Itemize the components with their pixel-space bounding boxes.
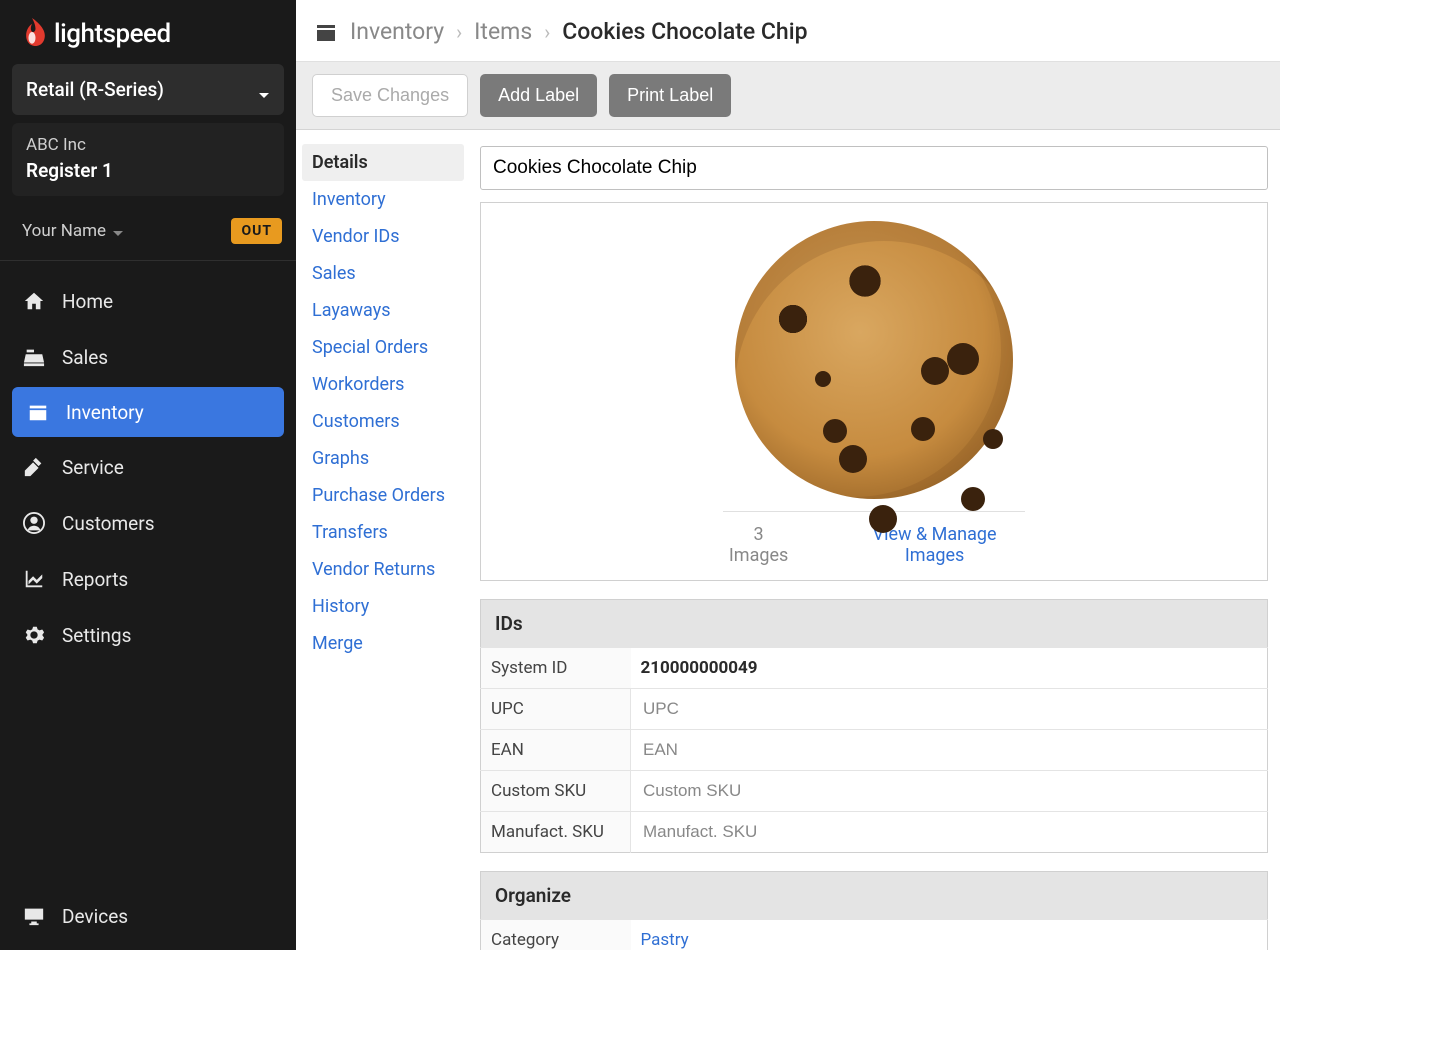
nav-label: Service — [62, 456, 124, 479]
nav-label: Reports — [62, 568, 128, 591]
home-icon — [22, 289, 46, 313]
primary-nav: Home Sales Inventory Service Customers R… — [0, 261, 296, 663]
monitor-icon — [22, 904, 46, 928]
row-ean: EAN — [481, 730, 1268, 771]
nav-label: Devices — [62, 905, 128, 928]
item-image[interactable] — [735, 221, 1013, 499]
subnav-vendor-ids[interactable]: Vendor IDs — [308, 218, 464, 255]
system-id-value: 210000000049 — [641, 658, 758, 678]
nav-home[interactable]: Home — [0, 273, 296, 329]
ean-input[interactable] — [641, 736, 1257, 764]
user-row: Your Name OUT — [0, 204, 296, 261]
system-id-label: System ID — [481, 648, 631, 689]
category-label: Category — [481, 920, 631, 951]
nav-settings[interactable]: Settings — [0, 607, 296, 663]
punch-status-badge[interactable]: OUT — [231, 218, 282, 244]
subnav-inventory[interactable]: Inventory — [308, 181, 464, 218]
section-ids-header: IDs — [480, 599, 1268, 647]
subnav-customers[interactable]: Customers — [308, 403, 464, 440]
category-value-link[interactable]: Pastry — [641, 930, 689, 950]
chevron-down-icon — [258, 84, 270, 96]
gear-icon — [22, 623, 46, 647]
hammer-icon — [22, 455, 46, 479]
user-circle-icon — [22, 511, 46, 535]
item-subnav: Details Inventory Vendor IDs Sales Layaw… — [296, 130, 464, 950]
row-system-id: System ID 210000000049 — [481, 648, 1268, 689]
nav-customers[interactable]: Customers — [0, 495, 296, 551]
inventory-icon — [314, 20, 338, 44]
nav-label: Settings — [62, 624, 131, 647]
subnav-purchase-orders[interactable]: Purchase Orders — [308, 477, 464, 514]
company-name: ABC Inc — [26, 135, 270, 155]
subnav-transfers[interactable]: Transfers — [308, 514, 464, 551]
nav-service[interactable]: Service — [0, 439, 296, 495]
breadcrumb: Inventory › Items › Cookies Chocolate Ch… — [296, 0, 1280, 62]
brand-text: lightspeed — [54, 19, 171, 49]
custom-sku-input[interactable] — [641, 777, 1257, 805]
nav-label: Home — [62, 290, 113, 313]
main-pane: Inventory › Items › Cookies Chocolate Ch… — [296, 0, 1280, 950]
flame-icon — [18, 18, 46, 50]
subnav-sales[interactable]: Sales — [308, 255, 464, 292]
user-menu[interactable]: Your Name — [22, 221, 124, 241]
upc-input[interactable] — [641, 695, 1257, 723]
breadcrumb-inventory[interactable]: Inventory — [350, 18, 444, 45]
subnav-history[interactable]: History — [308, 588, 464, 625]
row-custom-sku: Custom SKU — [481, 771, 1268, 812]
item-image-box: 3 Images View & Manage Images — [480, 202, 1268, 581]
inventory-icon — [26, 400, 50, 424]
row-category: Category Pastry — [481, 920, 1268, 951]
subnav-details[interactable]: Details — [302, 144, 464, 181]
detail-pane: 3 Images View & Manage Images IDs System… — [464, 130, 1280, 950]
chevron-down-icon — [112, 225, 124, 237]
nav-inventory[interactable]: Inventory — [12, 387, 284, 437]
series-selector[interactable]: Retail (R-Series) — [12, 64, 284, 115]
ean-label: EAN — [481, 730, 631, 771]
item-name-input[interactable] — [480, 146, 1268, 190]
subnav-layaways[interactable]: Layaways — [308, 292, 464, 329]
row-manuf-sku: Manufact. SKU — [481, 812, 1268, 853]
subnav-graphs[interactable]: Graphs — [308, 440, 464, 477]
image-count-label: 3 Images — [723, 524, 794, 566]
series-label: Retail (R-Series) — [26, 78, 164, 101]
manage-images-link[interactable]: View & Manage Images — [844, 524, 1025, 566]
subnav-workorders[interactable]: Workorders — [308, 366, 464, 403]
nav-reports[interactable]: Reports — [0, 551, 296, 607]
nav-label: Inventory — [66, 401, 144, 424]
row-upc: UPC — [481, 689, 1268, 730]
register-name: Register 1 — [26, 159, 270, 182]
add-label-button[interactable]: Add Label — [480, 74, 597, 117]
ids-table: System ID 210000000049 UPC EAN Custom SK… — [480, 647, 1268, 853]
breadcrumb-items[interactable]: Items — [474, 18, 532, 45]
subnav-vendor-returns[interactable]: Vendor Returns — [308, 551, 464, 588]
nav-sales[interactable]: Sales — [0, 329, 296, 385]
nav-label: Customers — [62, 512, 155, 535]
subnav-merge[interactable]: Merge — [308, 625, 464, 662]
manuf-sku-label: Manufact. SKU — [481, 812, 631, 853]
nav-label: Sales — [62, 346, 108, 369]
chart-icon — [22, 567, 46, 591]
chevron-right-icon: › — [456, 20, 462, 44]
print-label-button[interactable]: Print Label — [609, 74, 731, 117]
section-organize-header: Organize — [480, 871, 1268, 919]
subnav-special-orders[interactable]: Special Orders — [308, 329, 464, 366]
user-name-label: Your Name — [22, 221, 106, 241]
custom-sku-label: Custom SKU — [481, 771, 631, 812]
breadcrumb-current: Cookies Chocolate Chip — [562, 18, 807, 45]
brand-logo[interactable]: lightspeed — [0, 0, 296, 64]
cash-register-icon — [22, 345, 46, 369]
sidebar: lightspeed Retail (R-Series) ABC Inc Reg… — [0, 0, 296, 950]
organize-table: Category Pastry — [480, 919, 1268, 950]
toolbar: Save Changes Add Label Print Label — [296, 62, 1280, 130]
store-register-block[interactable]: ABC Inc Register 1 — [12, 123, 284, 196]
manuf-sku-input[interactable] — [641, 818, 1257, 846]
save-button[interactable]: Save Changes — [312, 74, 468, 117]
upc-label: UPC — [481, 689, 631, 730]
chevron-right-icon: › — [544, 20, 550, 44]
nav-devices[interactable]: Devices — [0, 888, 296, 950]
